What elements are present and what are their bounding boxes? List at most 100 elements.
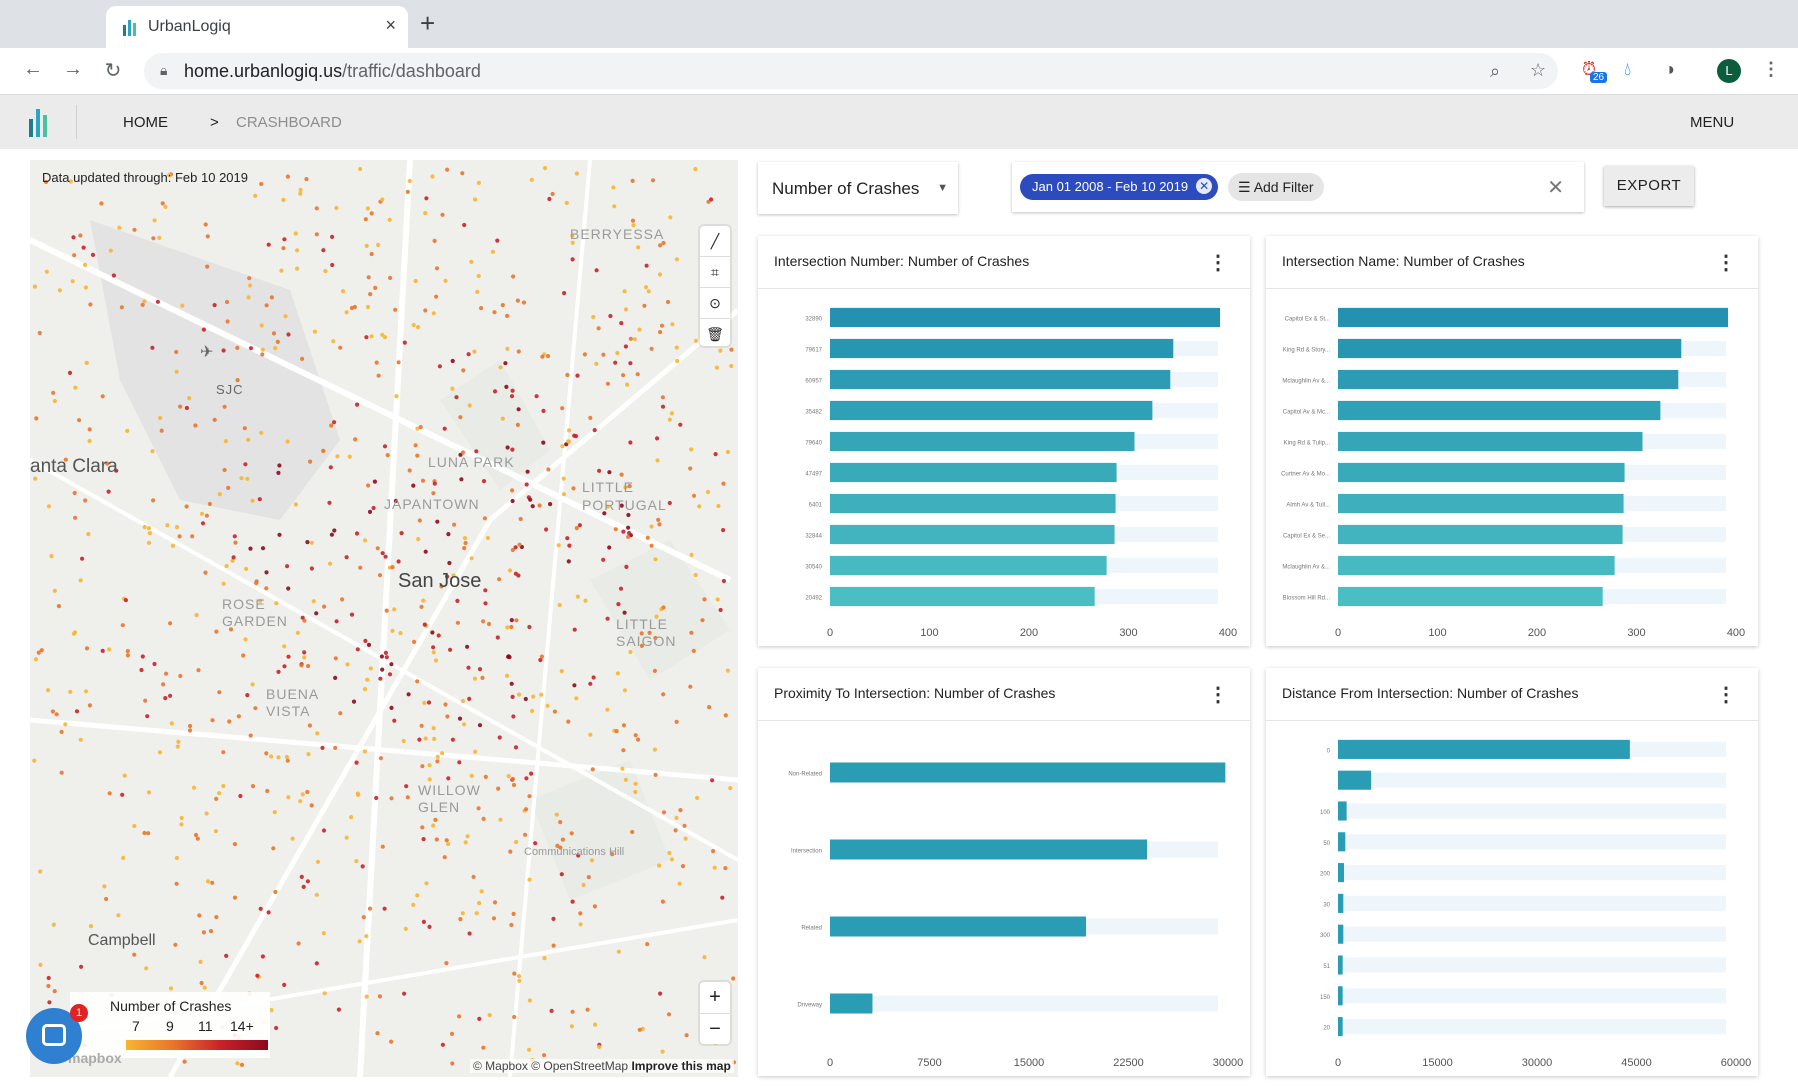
tab-title: UrbanLogiq: [148, 18, 231, 35]
bar[interactable]: [1338, 555, 1615, 576]
bar[interactable]: [1338, 801, 1347, 821]
date-range-chip[interactable]: Jan 01 2008 - Feb 10 2019 ✕: [1020, 174, 1219, 200]
extension-drop-icon[interactable]: 💧︎: [1624, 59, 1631, 80]
new-tab-button[interactable]: +: [420, 10, 435, 36]
crash-point: [308, 459, 313, 464]
bar[interactable]: [830, 524, 1115, 545]
crash-point: [330, 262, 335, 268]
crash-point: [306, 752, 311, 757]
bar[interactable]: [830, 462, 1117, 483]
bar[interactable]: [1338, 338, 1682, 359]
crash-point: [178, 673, 183, 679]
bar[interactable]: [830, 493, 1116, 514]
back-icon[interactable]: ←: [20, 58, 46, 81]
bar[interactable]: [1338, 832, 1346, 852]
extension-circle-icon[interactable]: ◑: [1664, 59, 1675, 80]
reload-icon[interactable]: ↻: [100, 58, 126, 83]
map-zoom-control: + −: [700, 982, 730, 1044]
crash-point: [84, 360, 89, 365]
crash-point: [259, 181, 264, 187]
more-options-icon[interactable]: ⋮: [1208, 250, 1228, 275]
delete-trash-icon[interactable]: 🗑︎: [700, 319, 730, 349]
bar[interactable]: [830, 762, 1226, 783]
add-filter-button[interactable]: ☰ Add Filter: [1228, 173, 1324, 201]
crash-point: [528, 497, 533, 502]
crash-point: [668, 215, 673, 220]
bar[interactable]: [830, 400, 1153, 421]
crash-point: [202, 985, 207, 990]
bar[interactable]: [830, 993, 873, 1014]
crash-point: [217, 791, 222, 796]
address-bar[interactable]: 🔒︎ home.urbanlogiq.us/traffic/dashboard …: [144, 53, 1558, 89]
bar[interactable]: [830, 916, 1087, 937]
bar[interactable]: [1338, 462, 1625, 483]
bar[interactable]: [1338, 369, 1679, 390]
bar[interactable]: [1338, 770, 1372, 790]
menu-button[interactable]: MENU: [1690, 114, 1734, 131]
home-link[interactable]: HOME: [123, 114, 168, 131]
export-button[interactable]: EXPORT: [1604, 166, 1694, 206]
bar[interactable]: [1338, 863, 1344, 883]
zoom-out-button[interactable]: −: [700, 1014, 730, 1045]
draw-polygon-icon[interactable]: ⌗: [700, 257, 730, 288]
bar[interactable]: [1338, 524, 1623, 545]
crash-point: [411, 322, 416, 328]
crash-point: [566, 559, 571, 564]
crash-point: [551, 916, 556, 922]
improve-map-link[interactable]: Improve this map: [631, 1059, 730, 1073]
browser-tab[interactable]: UrbanLogiq ×: [106, 6, 408, 48]
bar[interactable]: [830, 586, 1095, 607]
bar[interactable]: [830, 839, 1148, 860]
bar[interactable]: [830, 338, 1174, 359]
bar[interactable]: [830, 431, 1135, 452]
bar[interactable]: [830, 369, 1171, 390]
browser-menu-icon[interactable]: ⋮: [1762, 59, 1780, 80]
more-options-icon[interactable]: ⋮: [1716, 250, 1736, 275]
bar[interactable]: [830, 555, 1107, 576]
bar[interactable]: [1338, 431, 1643, 452]
attribution-text[interactable]: © Mapbox © OpenStreetMap: [473, 1059, 628, 1073]
chat-icon: [42, 1024, 66, 1046]
draw-circle-icon[interactable]: ⊙: [700, 288, 730, 319]
bar[interactable]: [1338, 307, 1729, 328]
crash-point: [293, 502, 298, 507]
bar[interactable]: [1338, 1017, 1343, 1037]
crash-point: [296, 941, 301, 946]
tab-close-icon[interactable]: ×: [385, 15, 396, 36]
bar[interactable]: [1338, 986, 1343, 1006]
more-options-icon[interactable]: ⋮: [1716, 682, 1736, 707]
crash-point: [387, 217, 392, 222]
remove-chip-icon[interactable]: ✕: [1196, 178, 1213, 194]
clear-filters-icon[interactable]: ✕: [1547, 175, 1564, 200]
crash-point: [646, 289, 651, 294]
bar[interactable]: [1338, 400, 1661, 421]
crash-point: [286, 795, 291, 800]
breadcrumb-crashboard[interactable]: CRASHBOARD: [236, 114, 342, 131]
crash-point: [107, 647, 112, 652]
urbanlogiq-logo-icon[interactable]: [28, 107, 48, 137]
urbanlogiq-favicon-icon: [123, 20, 136, 36]
crash-point: [281, 197, 286, 202]
forward-icon[interactable]: →: [60, 58, 86, 81]
profile-avatar[interactable]: L: [1717, 59, 1741, 83]
crash-point: [299, 874, 304, 880]
bookmark-star-icon[interactable]: ☆: [1530, 60, 1546, 81]
bar[interactable]: [1338, 586, 1603, 607]
metric-select[interactable]: Number of Crashes ▼: [758, 162, 958, 214]
crash-map[interactable]: Data updated through: Feb 10 2019 BERRYE…: [30, 160, 738, 1077]
more-options-icon[interactable]: ⋮: [1208, 682, 1228, 707]
bar[interactable]: [1338, 739, 1630, 759]
crash-point: [352, 304, 357, 310]
bar[interactable]: [830, 307, 1221, 328]
bar[interactable]: [1338, 924, 1344, 944]
crash-point: [492, 900, 498, 905]
crash-point: [286, 586, 291, 591]
crash-point: [605, 616, 610, 621]
zoom-icon[interactable]: ⌕: [1490, 61, 1500, 82]
bar[interactable]: [1338, 893, 1344, 913]
draw-line-icon[interactable]: ╱: [700, 226, 730, 257]
bar[interactable]: [1338, 955, 1343, 975]
bar[interactable]: [1338, 493, 1624, 514]
crash-point: [446, 776, 451, 781]
zoom-in-button[interactable]: +: [700, 982, 730, 1014]
